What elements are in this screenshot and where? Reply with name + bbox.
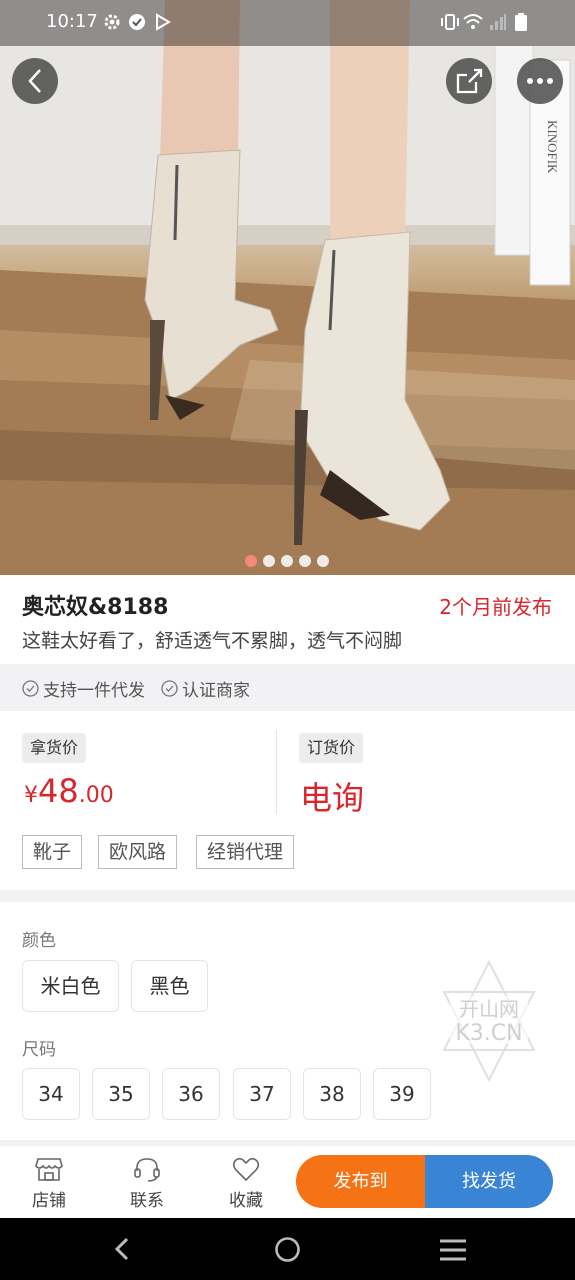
product-description: 这鞋太好看了，舒适透气不累脚，透气不闷脚 <box>22 630 403 652</box>
carousel-dot[interactable] <box>263 555 275 567</box>
contact-label: 联系 <box>130 1191 164 1211</box>
wifi-icon <box>463 14 483 29</box>
shop-label: 店铺 <box>32 1191 66 1211</box>
share-icon <box>456 68 483 94</box>
size-option[interactable]: 35 <box>92 1068 150 1120</box>
check-circle-icon <box>161 680 178 697</box>
svg-text:开山网: 开山网 <box>459 997 519 1021</box>
product-tag[interactable]: 欧风路 <box>98 835 178 869</box>
check-circle-icon <box>129 14 145 30</box>
color-option[interactable]: 黑色 <box>131 960 208 1012</box>
publish-button[interactable]: 发布到 <box>296 1155 425 1208</box>
store-icon <box>35 1158 63 1181</box>
nav-back-icon[interactable] <box>112 1236 132 1262</box>
svg-text:KINOFIK: KINOFIK <box>545 120 560 174</box>
shop-button[interactable]: 店铺 <box>14 1156 84 1211</box>
carousel-dot[interactable] <box>299 555 311 567</box>
vibrate-icon <box>441 14 459 30</box>
find-supplier-button[interactable]: 找发货 <box>425 1155 553 1208</box>
section-separator <box>0 890 575 902</box>
size-label: 尺码 <box>22 1040 56 1060</box>
product-tag[interactable]: 经销代理 <box>196 835 295 869</box>
heart-icon <box>232 1157 260 1182</box>
chevron-left-icon <box>28 69 41 93</box>
size-option[interactable]: 37 <box>233 1068 291 1120</box>
carousel-indicator <box>245 555 329 567</box>
svg-text:K3.CN: K3.CN <box>455 1021 522 1046</box>
product-title: 奥芯奴&8188 <box>22 595 169 620</box>
more-dots-icon <box>527 78 553 84</box>
price-integer: 48 <box>38 772 79 810</box>
order-price-value: 电询 <box>300 779 365 817</box>
posted-time: 2个月前发布 <box>439 595 552 619</box>
more-button[interactable] <box>517 58 563 104</box>
status-bar: 10:17 <box>0 0 575 46</box>
check-circle-icon <box>22 680 39 697</box>
contact-button[interactable]: 联系 <box>112 1156 182 1211</box>
badge-label: 支持一件代发 <box>43 681 145 701</box>
size-option[interactable]: 36 <box>162 1068 220 1120</box>
nav-menu-icon[interactable] <box>439 1238 467 1262</box>
watermark-logo: 开山网 K3.CN <box>442 960 536 1082</box>
color-label: 颜色 <box>22 931 56 951</box>
badge-verified: 认证商家 <box>161 676 250 701</box>
carousel-dot[interactable] <box>245 555 257 567</box>
badge-label: 认证商家 <box>182 681 250 701</box>
battery-icon <box>515 13 527 31</box>
favorite-label: 收藏 <box>229 1191 263 1211</box>
pickup-price: ¥48.00 <box>24 772 114 810</box>
headset-icon <box>134 1158 160 1182</box>
bottom-action-bar: 店铺 联系 收藏 发布到 找发货 <box>0 1146 575 1218</box>
system-nav-bar <box>0 1218 575 1280</box>
product-tag[interactable]: 靴子 <box>22 835 83 869</box>
back-button[interactable] <box>12 58 58 104</box>
divider <box>276 730 277 814</box>
play-store-icon <box>156 13 171 31</box>
signal-icon <box>490 14 506 30</box>
nav-home-icon[interactable] <box>274 1236 301 1263</box>
price-decimal: .00 <box>78 783 114 808</box>
size-option[interactable]: 39 <box>373 1068 431 1120</box>
order-price-label: 订货价 <box>299 733 364 763</box>
badge-dropship: 支持一件代发 <box>22 676 145 701</box>
status-time: 10:17 <box>46 11 98 32</box>
favorite-button[interactable]: 收藏 <box>211 1156 281 1211</box>
carousel-dot[interactable] <box>281 555 293 567</box>
pickup-price-label: 拿货价 <box>22 733 87 763</box>
merchant-badges: 支持一件代发 认证商家 <box>0 664 575 711</box>
gear-icon <box>104 14 120 30</box>
currency-symbol: ¥ <box>24 783 38 808</box>
share-button[interactable] <box>446 58 492 104</box>
size-option[interactable]: 38 <box>303 1068 361 1120</box>
carousel-dot[interactable] <box>317 555 329 567</box>
size-option[interactable]: 34 <box>22 1068 80 1120</box>
color-option[interactable]: 米白色 <box>22 960 119 1012</box>
product-detail-page: KINOFIK 10:17 奥芯奴&8188 2个月前发布 这鞋太好看了，舒适透… <box>0 0 575 1280</box>
